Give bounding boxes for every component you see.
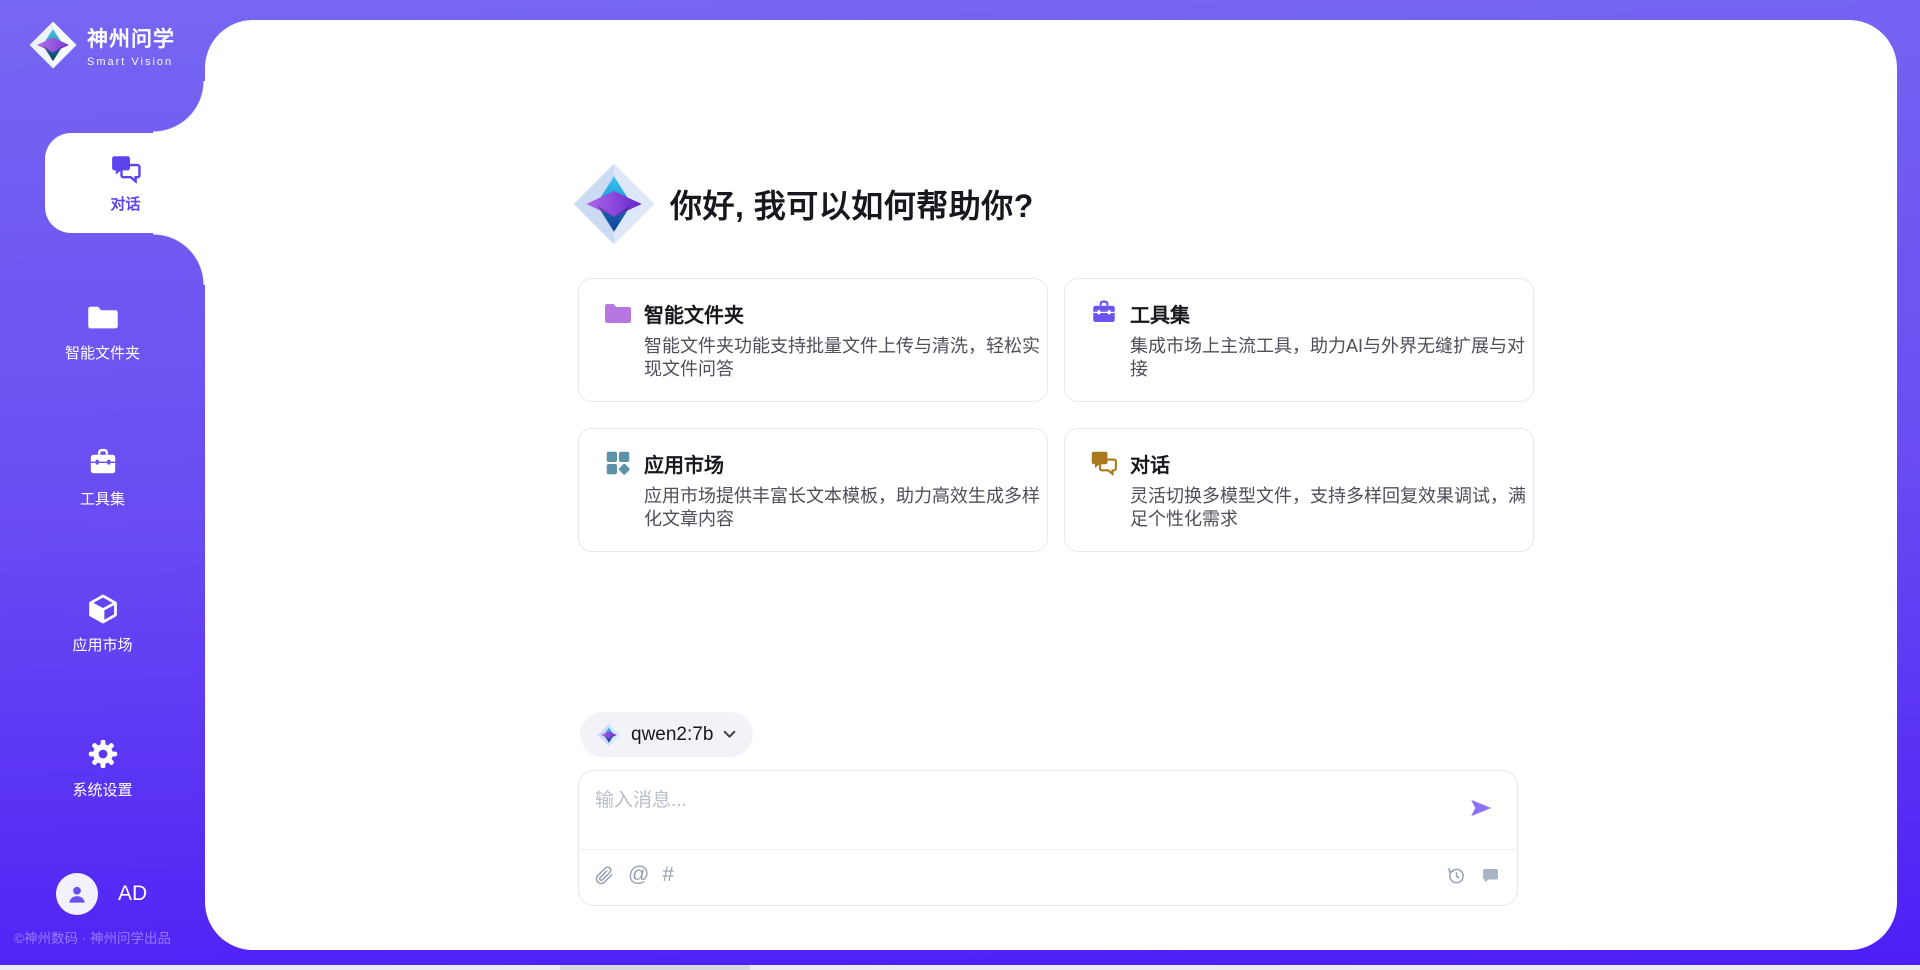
- horizontal-scrollbar[interactable]: [0, 965, 1920, 970]
- sidebar-item-label: 工具集: [80, 488, 125, 509]
- feature-cards: 智能文件夹 智能文件夹功能支持批量文件上传与清洗，轻松实现文件问答: [578, 278, 1534, 552]
- apps-grid-icon: [603, 448, 633, 478]
- new-chat-button[interactable]: [1480, 861, 1501, 889]
- user-profile[interactable]: AD: [56, 873, 147, 915]
- card-title: 应用市场: [644, 449, 724, 478]
- composer-divider: [579, 849, 1517, 850]
- card-description: 智能文件夹功能支持批量文件上传与清洗，轻松实现文件问答: [644, 335, 1042, 381]
- copyright-footer: ©神州数码 · 神州问学出品: [14, 927, 171, 947]
- card-app-market[interactable]: 应用市场 应用市场提供丰富长文本模板，助力高效生成多样化文章内容: [578, 428, 1048, 552]
- sidebar-item-label: 对话: [110, 193, 140, 214]
- card-description: 应用市场提供丰富长文本模板，助力高效生成多样化文章内容: [644, 485, 1042, 531]
- chat-icon: [109, 152, 143, 186]
- sidebar-item-app-market[interactable]: 应用市场: [0, 592, 205, 655]
- avatar: [56, 873, 98, 915]
- send-icon: [1467, 794, 1495, 822]
- paperclip-icon: [594, 865, 615, 886]
- gear-icon: [86, 737, 120, 771]
- hash-icon: #: [662, 861, 674, 889]
- user-name: AD: [118, 882, 147, 906]
- model-diamond-icon: [597, 723, 621, 747]
- card-toolset[interactable]: 工具集 集成市场上主流工具，助力AI与外界无缝扩展与对接: [1064, 278, 1534, 402]
- chat-icon: [1089, 448, 1119, 478]
- scrollbar-thumb[interactable]: [560, 965, 750, 970]
- cube-icon: [86, 592, 120, 626]
- sidebar-item-label: 系统设置: [72, 779, 132, 800]
- sidebar-item-toolset[interactable]: 工具集: [0, 446, 205, 509]
- brand-name: 神州问学: [87, 23, 175, 53]
- history-icon: [1446, 865, 1467, 886]
- card-title: 智能文件夹: [644, 299, 744, 328]
- sidebar-item-chat[interactable]: 对话: [45, 133, 206, 233]
- history-button[interactable]: [1446, 861, 1467, 889]
- card-description: 集成市场上主流工具，助力AI与外界无缝扩展与对接: [1130, 335, 1528, 381]
- model-selector[interactable]: qwen2:7b: [580, 712, 753, 757]
- folder-icon: [603, 298, 633, 328]
- topic-button[interactable]: #: [662, 861, 674, 889]
- brand-subtitle: Smart Vision: [87, 56, 175, 68]
- sidebar-item-label: 智能文件夹: [65, 342, 140, 363]
- message-composer: @ #: [578, 770, 1518, 906]
- assistant-diamond-icon: [571, 161, 657, 247]
- attach-file-button[interactable]: [594, 861, 615, 889]
- brand-diamond-icon: [28, 20, 78, 70]
- folder-icon: [86, 300, 120, 334]
- send-button[interactable]: [1467, 794, 1495, 822]
- brand-logo: 神州问学 Smart Vision: [28, 20, 175, 70]
- sidebar-item-smart-folder[interactable]: 智能文件夹: [0, 300, 205, 363]
- card-description: 灵活切换多模型文件，支持多样回复效果调试，满足个性化需求: [1130, 485, 1528, 531]
- message-input[interactable]: [595, 785, 1425, 843]
- person-icon: [64, 881, 90, 907]
- card-title: 对话: [1130, 449, 1170, 478]
- card-title: 工具集: [1130, 299, 1190, 328]
- toolbox-icon: [86, 446, 120, 480]
- at-icon: @: [628, 861, 649, 889]
- toolbox-icon: [1089, 298, 1119, 328]
- greeting: 你好, 我可以如何帮助你?: [571, 161, 1034, 247]
- chat-bubble-icon: [1480, 865, 1501, 886]
- greeting-title: 你好, 我可以如何帮助你?: [670, 181, 1034, 227]
- mention-button[interactable]: @: [628, 861, 649, 889]
- active-tab-bottom-flare: [153, 232, 206, 285]
- sidebar-item-settings[interactable]: 系统设置: [0, 737, 205, 800]
- main-panel: 你好, 我可以如何帮助你? 智能文件夹 智能文件夹功能支持批量文件上传与清洗，轻…: [205, 20, 1897, 950]
- active-tab-top-flare: [153, 81, 206, 134]
- sidebar-item-label: 应用市场: [72, 634, 132, 655]
- chevron-down-icon: [723, 729, 736, 740]
- card-chat[interactable]: 对话 灵活切换多模型文件，支持多样回复效果调试，满足个性化需求: [1064, 428, 1534, 552]
- model-name: qwen2:7b: [631, 724, 713, 746]
- card-smart-folder[interactable]: 智能文件夹 智能文件夹功能支持批量文件上传与清洗，轻松实现文件问答: [578, 278, 1048, 402]
